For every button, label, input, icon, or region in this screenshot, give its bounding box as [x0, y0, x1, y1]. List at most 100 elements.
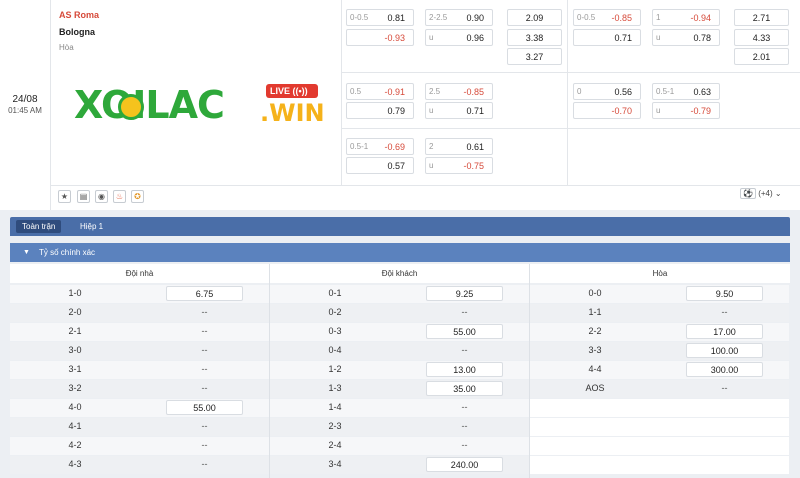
- table-row: 1-4 --: [270, 399, 529, 416]
- table-row: 3-1 --: [10, 361, 269, 378]
- score-label: 2-0: [68, 307, 82, 317]
- table-row: 1-1 --: [530, 304, 789, 321]
- odd-cell[interactable]: u -0.79: [652, 102, 720, 119]
- odd-cell[interactable]: 1 -0.94: [652, 9, 720, 26]
- odd-cell[interactable]: 0.5 -0.91: [346, 83, 414, 100]
- odd-cell[interactable]: u 0.78: [652, 29, 720, 46]
- odd-cell[interactable]: 2 0.61: [425, 138, 493, 155]
- table-row: 4-4 300.00: [530, 361, 789, 378]
- score-label: 1-2: [328, 364, 342, 374]
- match-panel: 24/08 01:45 AM AS Roma Bologna Hòa 0-0.5…: [0, 0, 800, 210]
- score-odd[interactable]: 55.00: [426, 324, 503, 339]
- column-header-home: Đội nhà: [10, 264, 269, 283]
- tab-first-half[interactable]: Hiệp 1: [74, 220, 109, 233]
- more-count: (+4): [758, 189, 773, 198]
- row-background: [530, 437, 789, 455]
- divider: [341, 72, 800, 73]
- odd-cell[interactable]: 0 0.56: [573, 83, 641, 100]
- odd-cell[interactable]: u 0.96: [425, 29, 493, 46]
- odd-cell[interactable]: u -0.75: [425, 157, 493, 174]
- odd-cell[interactable]: 2.09: [507, 9, 562, 26]
- chevron-down-icon: ⌄: [774, 189, 782, 198]
- draw-label: Hòa: [59, 43, 74, 52]
- odd-cell[interactable]: 0.79: [346, 102, 414, 119]
- score-odd: --: [201, 459, 208, 469]
- score-odd: --: [201, 364, 208, 374]
- score-odd: --: [201, 345, 208, 355]
- column-header-draw: Hòa: [530, 264, 790, 283]
- score-label: 4-0: [68, 402, 82, 412]
- score-odd[interactable]: 9.25: [426, 286, 503, 301]
- odd-cell[interactable]: 0-0.5 -0.85: [573, 9, 641, 26]
- divider: [50, 0, 51, 210]
- divider: [567, 0, 568, 185]
- away-team[interactable]: Bologna: [59, 27, 95, 37]
- odd-cell[interactable]: 4.33: [734, 29, 789, 46]
- eye-icon[interactable]: ◉: [95, 190, 108, 203]
- odd-cell[interactable]: 0-0.5 0.81: [346, 9, 414, 26]
- table-row: 1-3 35.00: [270, 380, 529, 397]
- table-row: 0-0 9.50: [530, 285, 789, 302]
- odd-cell[interactable]: 0.71: [573, 29, 641, 46]
- bus-icon[interactable]: ▤: [77, 190, 90, 203]
- odd-cell[interactable]: 3.27: [507, 48, 562, 65]
- score-label: 2-2: [588, 326, 602, 336]
- correct-score-section[interactable]: ▼ Tỷ số chính xác: [10, 243, 790, 262]
- more-markets[interactable]: ⚽ (+4) ⌄: [740, 188, 782, 199]
- divider: [529, 264, 530, 478]
- table-row: 1-2 13.00: [270, 361, 529, 378]
- score-label: 4-4: [588, 364, 602, 374]
- score-odd[interactable]: 35.00: [426, 381, 503, 396]
- score-odd: --: [201, 440, 208, 450]
- score-odd: --: [461, 307, 468, 317]
- score-odd[interactable]: 9.50: [686, 286, 763, 301]
- table-row: 3-4 240.00: [270, 456, 529, 473]
- odd-cell[interactable]: 2.71: [734, 9, 789, 26]
- score-odd: --: [201, 326, 208, 336]
- odd-cell[interactable]: 0.5-1 0.63: [652, 83, 720, 100]
- row-background: [530, 418, 789, 436]
- star-icon[interactable]: ★: [58, 190, 71, 203]
- table-row: 0-4 --: [270, 342, 529, 359]
- divider: [269, 264, 270, 478]
- score-label: 1-0: [68, 288, 82, 298]
- home-team[interactable]: AS Roma: [59, 10, 99, 20]
- score-label: 3-0: [68, 345, 82, 355]
- odd-cell[interactable]: u 0.71: [425, 102, 493, 119]
- score-label: 0-4: [328, 345, 342, 355]
- odd-cell[interactable]: 2.5 -0.85: [425, 83, 493, 100]
- score-odd: --: [721, 307, 728, 317]
- score-odd[interactable]: 100.00: [686, 343, 763, 358]
- score-odd[interactable]: 240.00: [426, 457, 503, 472]
- odd-cell[interactable]: 2-2.5 0.90: [425, 9, 493, 26]
- table-row: 4-2 --: [10, 437, 269, 454]
- odd-cell[interactable]: -0.93: [346, 29, 414, 46]
- table-row: 1-0 6.75: [10, 285, 269, 302]
- score-odd: --: [721, 383, 728, 393]
- score-label: 2-4: [328, 440, 342, 450]
- score-label: 2-1: [68, 326, 82, 336]
- score-odd[interactable]: 17.00: [686, 324, 763, 339]
- score-label: 0-0: [588, 288, 602, 298]
- chevron-down-icon: ▼: [23, 249, 30, 256]
- odd-cell[interactable]: 2.01: [734, 48, 789, 65]
- fire-icon[interactable]: ♨: [113, 190, 126, 203]
- odd-cell[interactable]: 3.38: [507, 29, 562, 46]
- score-label: 4-1: [68, 421, 82, 431]
- medal-icon[interactable]: ✪: [131, 190, 144, 203]
- score-odd[interactable]: 300.00: [686, 362, 763, 377]
- divider: [341, 128, 800, 129]
- tab-full-match[interactable]: Toàn trận: [16, 220, 62, 233]
- score-odd[interactable]: 6.75: [166, 286, 243, 301]
- score-label: 1-1: [588, 307, 602, 317]
- period-tabs: Toàn trận Hiệp 1: [10, 217, 790, 236]
- odd-cell[interactable]: 0.57: [346, 157, 414, 174]
- odd-cell[interactable]: 0.5-1 -0.69: [346, 138, 414, 155]
- score-label: 4-2: [68, 440, 82, 450]
- score-odd[interactable]: 55.00: [166, 400, 243, 415]
- xoilac-logo: XOILAC LIVE ((•)) .WIN: [74, 84, 325, 126]
- score-odd[interactable]: 13.00: [426, 362, 503, 377]
- odd-cell[interactable]: -0.70: [573, 102, 641, 119]
- match-date: 24/08: [12, 94, 38, 105]
- table-row: 2-3 --: [270, 418, 529, 435]
